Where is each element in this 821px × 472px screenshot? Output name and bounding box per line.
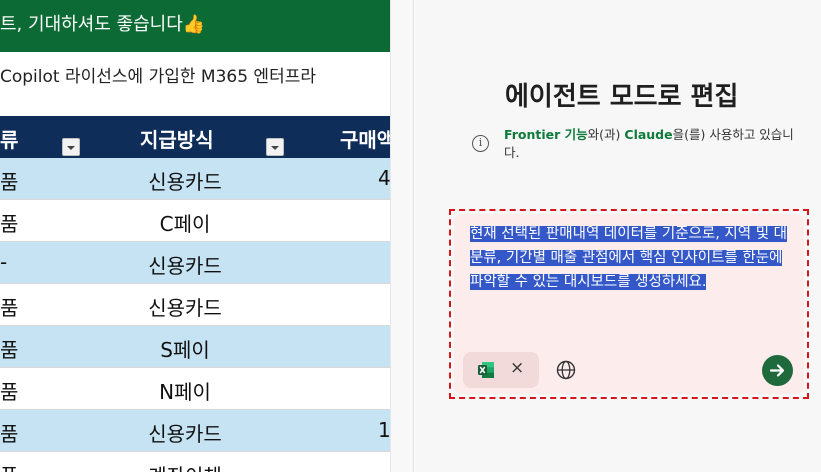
cell-category[interactable]: 품	[0, 166, 18, 195]
table-row[interactable]: 품 계좌이체	[0, 452, 390, 472]
table-row[interactable]: 품 C페이	[0, 200, 390, 242]
table-row[interactable]: 품 신용카드 1	[0, 410, 390, 452]
sheet-banner: 트, 기대하셔도 좋습니다👍	[0, 0, 390, 52]
remove-attachment-close-icon[interactable]: ×	[510, 358, 524, 378]
filter-dropdown-payment[interactable]	[266, 138, 284, 156]
table-row[interactable]: 품 N페이	[0, 368, 390, 410]
frontier-link[interactable]: Frontier 기능	[504, 127, 588, 142]
cell-payment[interactable]: 신용카드	[100, 166, 270, 195]
cell-payment[interactable]: 계좌이체	[100, 460, 270, 472]
excel-icon	[478, 362, 494, 378]
filter-dropdown-category[interactable]	[62, 138, 80, 156]
cell-category[interactable]: 품	[0, 460, 18, 472]
table-row[interactable]: 품 신용카드 4	[0, 158, 390, 200]
cell-payment[interactable]: C페이	[100, 208, 270, 237]
table-row[interactable]: 품 신용카드	[0, 284, 390, 326]
info-text: Frontier 기능와(과) Claude을(를) 사용하고 있습니다.	[504, 126, 794, 162]
cell-category[interactable]: -	[0, 250, 7, 274]
sheet-subline: Copilot 라이선스에 가입한 M365 엔터프라	[0, 67, 316, 87]
globe-icon[interactable]	[555, 359, 577, 381]
agent-mode-panel: 에이전트 모드로 편집 i Frontier 기능와(과) Claude을(를)…	[415, 0, 821, 472]
cell-category[interactable]: 품	[0, 376, 18, 405]
cell-payment[interactable]: N페이	[100, 376, 270, 405]
banner-text: 트, 기대하셔도 좋습니다👍	[0, 14, 206, 35]
cell-category[interactable]: 품	[0, 208, 18, 237]
cell-payment[interactable]: S페이	[100, 334, 270, 363]
cell-payment[interactable]: 신용카드	[100, 250, 270, 279]
panel-title: 에이전트 모드로 편집	[505, 82, 739, 112]
cell-category[interactable]: 품	[0, 334, 18, 363]
chevron-down-icon	[271, 146, 279, 150]
header-category: 류	[0, 128, 19, 152]
pane-divider[interactable]	[390, 0, 414, 472]
info-icon[interactable]: i	[472, 135, 489, 152]
table-header: 류 지급방식 구매액	[0, 116, 390, 158]
cell-amount[interactable]: 4	[378, 166, 390, 190]
spreadsheet: 트, 기대하셔도 좋습니다👍 Copilot 라이선스에 가입한 M365 엔터…	[0, 0, 390, 472]
chevron-down-icon	[67, 146, 75, 150]
send-arrow-icon	[769, 364, 785, 377]
send-button[interactable]	[762, 355, 793, 386]
cell-category[interactable]: 품	[0, 418, 18, 447]
prompt-textarea[interactable]: 현재 선택된 판매내역 데이터를 기준으로, 지역 및 대분류, 기간별 매출 …	[470, 222, 794, 294]
cell-payment[interactable]: 신용카드	[100, 292, 270, 321]
cell-payment[interactable]: 신용카드	[100, 418, 270, 447]
info-connector: 와(과)	[587, 127, 625, 142]
header-payment: 지급방식	[140, 128, 214, 152]
header-amount: 구매액	[340, 128, 390, 152]
table-row[interactable]: 품 S페이	[0, 326, 390, 368]
prompt-input-card[interactable]: 현재 선택된 판매내역 데이터를 기준으로, 지역 및 대분류, 기간별 매출 …	[454, 214, 804, 394]
cell-category[interactable]: 품	[0, 292, 18, 321]
claude-link[interactable]: Claude	[624, 127, 672, 142]
selected-prompt-text: 현재 선택된 판매내역 데이터를 기준으로, 지역 및 대분류, 기간별 매출 …	[470, 226, 788, 290]
attached-file-chip[interactable]: ×	[463, 352, 539, 388]
table-row[interactable]: - 신용카드	[0, 242, 390, 284]
cell-amount[interactable]: 1	[378, 418, 390, 442]
